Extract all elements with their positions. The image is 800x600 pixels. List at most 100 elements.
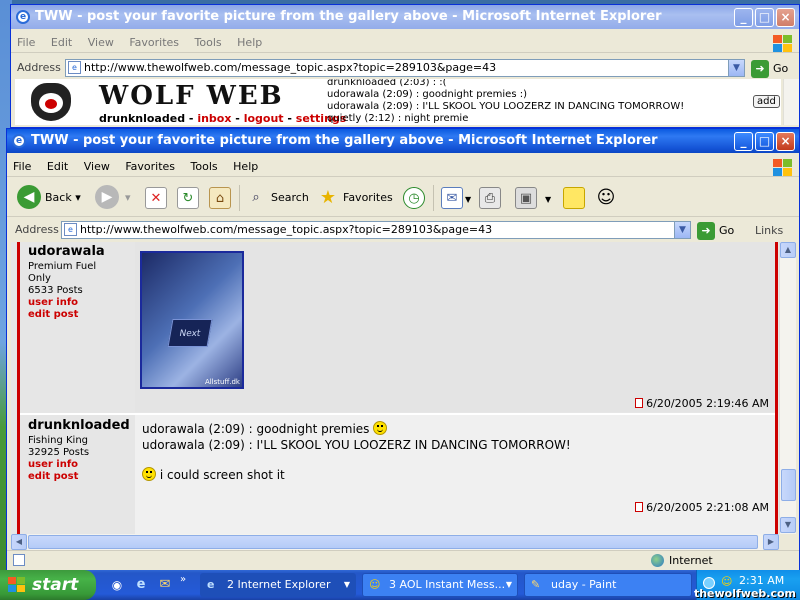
maximize-button[interactable]: □ [755,8,774,27]
taskbar-item-internet-explorer[interactable]: e 2 Internet Explorer ▼ [200,573,356,597]
chevron-down-icon: ▼ [505,580,512,589]
right-red-rail [775,242,778,534]
post-1-body: Next Allstuff.dk 6/20/2005 2:19:46 AM [135,242,775,412]
refresh-icon[interactable]: ↻ [177,187,199,209]
print-icon[interactable]: ⎙ [479,187,501,209]
menu-tools[interactable]: Tools [189,33,228,53]
scroll-down-button[interactable]: ▼ [780,517,796,533]
ticker-line: udorawala (2:09) : I'LL SKOOL YOU LOOZER… [327,101,685,112]
edit-post-link[interactable]: edit post [28,309,134,321]
post-image[interactable]: Next Allstuff.dk [140,251,244,389]
scroll-up-button[interactable]: ▲ [780,242,796,258]
menu-view[interactable]: View [82,33,120,53]
post-count: 32925 Posts [28,447,90,458]
post-doc-icon[interactable] [634,502,643,512]
post-timestamp: 6/20/2005 2:19:46 AM [634,397,769,410]
menu-favorites[interactable]: Favorites [119,157,181,177]
system-tray: ☺ 2:31 AM thewolfweb.com [694,570,800,600]
clock[interactable]: 2:31 AM [739,574,784,587]
menu-help[interactable]: Help [231,33,268,53]
menu-edit[interactable]: Edit [45,33,78,53]
chevron-down-icon[interactable]: ▼ [728,60,744,76]
taskbar-item-paint[interactable]: ✎ uday - Paint [524,573,692,597]
scroll-right-button[interactable]: ▶ [763,534,779,550]
user-info-link[interactable]: user info [28,459,134,471]
post-2: drunknloaded Fishing King 32925 Posts us… [20,415,775,534]
start-button[interactable]: start [0,570,96,600]
forward-button[interactable]: ▶ ▾ [95,185,135,211]
post-2-body: udorawala (2:09) : goodnight premies udo… [135,415,775,534]
favorites-button[interactable]: ★ Favorites [317,185,393,211]
chevron-down-icon[interactable]: ▼ [465,195,471,204]
close-button[interactable]: × [776,8,795,27]
front-go-button[interactable]: ➜ Go [697,222,734,240]
add-button[interactable]: add [753,95,780,108]
front-window-title: TWW - post your favorite picture from th… [31,133,658,148]
windows-flag-icon [8,577,26,593]
front-window-titlebar[interactable]: e TWW - post your favorite picture from … [7,129,799,153]
ie-icon: e [16,10,30,24]
menu-favorites[interactable]: Favorites [123,33,185,53]
user-info-link[interactable]: user info [28,297,134,309]
post-username[interactable]: udorawala [28,244,134,259]
chevron-down-icon[interactable]: ▼ [545,195,551,204]
site-logo[interactable]: WOLF WEB [99,81,284,111]
back-browser-window[interactable]: e TWW - post your favorite picture from … [10,4,800,128]
maximize-button[interactable]: □ [755,132,774,151]
back-scrollbar[interactable] [783,79,799,125]
front-toolbar: ◀ Back ▾ ▶ ▾ ✕ ↻ ⌂ ⌕ Search ★ Favorites … [7,179,799,217]
wolf-mascot-icon [25,79,77,125]
edit-post-link[interactable]: edit post [28,471,134,483]
quicklaunch-media-icon[interactable]: ✉ [154,574,176,596]
stop-icon[interactable]: ✕ [145,187,167,209]
minimize-button[interactable]: _ [734,8,753,27]
nav-username[interactable]: drunknloaded [99,112,185,125]
nav-inbox-link[interactable]: inbox [197,112,231,125]
post-username[interactable]: drunknloaded [28,418,134,433]
front-horizontal-scrollbar[interactable]: ◀ ▶ [11,534,779,550]
back-window-titlebar[interactable]: e TWW - post your favorite picture from … [11,5,799,29]
back-go-button[interactable]: ➜ Go [751,60,788,78]
back-page-content: WOLF WEB drunknloaded - inbox - logout -… [15,79,781,125]
menu-tools[interactable]: Tools [185,157,224,177]
menu-file[interactable]: File [7,157,37,177]
scroll-thumb[interactable] [28,535,758,549]
ticker-line: drunknloaded (2:03) : :( [327,79,447,88]
back-button[interactable]: ◀ Back ▾ [17,185,81,211]
front-address-input[interactable]: e http://www.thewolfweb.com/message_topi… [61,221,691,239]
status-bar: Internet [7,550,799,570]
chevron-down-icon[interactable]: ▼ [674,222,690,238]
quicklaunch-more-icon[interactable]: » [180,574,186,585]
links-button[interactable]: Links [755,224,783,237]
mail-icon[interactable]: ✉ [441,187,463,209]
back-arrow-icon: ◀ [17,185,41,209]
note-icon[interactable] [563,187,585,209]
menu-file[interactable]: File [11,33,41,53]
edit-icon[interactable]: ▣ [515,187,537,209]
scroll-thumb[interactable] [781,469,796,501]
back-window-title: TWW - post your favorite picture from th… [35,9,662,24]
quicklaunch-ie-icon[interactable]: e [130,574,152,596]
menu-view[interactable]: View [78,157,116,177]
messenger-icon[interactable]: ☺ [595,187,617,209]
back-address-input[interactable]: e http://www.thewolfweb.com/message_topi… [65,59,745,77]
close-button[interactable]: × [776,132,795,151]
front-browser-window[interactable]: e TWW - post your favorite picture from … [6,128,800,570]
go-arrow-icon: ➜ [697,222,715,240]
minimize-button[interactable]: _ [734,132,753,151]
home-icon[interactable]: ⌂ [209,187,231,209]
go-arrow-icon: ➜ [751,60,769,78]
nav-logout-link[interactable]: logout [244,112,284,125]
quicklaunch-explorer-icon[interactable]: ◉ [106,574,128,596]
history-icon[interactable]: ◷ [403,187,425,209]
front-vertical-scrollbar[interactable]: ▲ ▼ [779,242,796,534]
menu-help[interactable]: Help [227,157,264,177]
post-doc-icon[interactable] [634,398,643,408]
search-button[interactable]: ⌕ Search [245,185,308,211]
image-caption: Allstuff.dk [204,378,240,386]
post-1-userpanel: udorawala Premium Fuel Only 6533 Posts u… [20,242,134,412]
scroll-left-button[interactable]: ◀ [11,534,27,550]
menu-edit[interactable]: Edit [41,157,74,177]
key-label: Next [178,329,202,339]
taskbar-item-aim[interactable]: ☺ 3 AOL Instant Mess... ▼ [362,573,518,597]
